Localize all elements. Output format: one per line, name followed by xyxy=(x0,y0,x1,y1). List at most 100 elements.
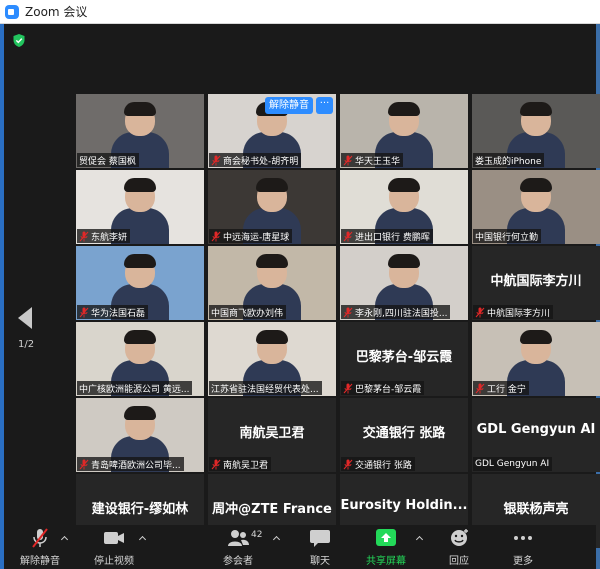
muted-microphone-icon xyxy=(32,528,48,548)
share-screen-button[interactable]: 共享屏幕 xyxy=(362,528,410,568)
participant-name-label: 华为法国石磊 xyxy=(77,305,149,319)
muted-mic-icon xyxy=(343,155,353,165)
muted-mic-icon xyxy=(343,383,353,393)
participant-name: 南航吴卫君 xyxy=(223,460,269,471)
reactions-button[interactable]: 回应 xyxy=(437,528,481,568)
window-title: Zoom 会议 xyxy=(25,5,88,19)
chat-button[interactable]: 聊天 xyxy=(298,528,342,568)
tile-hover-actions: 解除静音 ··· xyxy=(265,97,333,114)
participant-name: 商会秘书处-胡齐明 xyxy=(223,156,299,167)
participant-tile[interactable]: 华为法国石磊 xyxy=(76,246,204,320)
participant-name-label: 中国商飞欧办刘伟 xyxy=(209,305,287,319)
muted-mic-icon xyxy=(343,231,353,241)
muted-mic-icon xyxy=(343,307,353,317)
participant-tile[interactable]: 中国商飞欧办刘伟 xyxy=(208,246,336,320)
meeting-toolbar: 解除静音 停止视频 参会者 42 聊天 共享屏幕 回应 更多 xyxy=(4,525,596,569)
tile-more-options-button[interactable]: ··· xyxy=(316,97,333,114)
previous-page-arrow-icon[interactable] xyxy=(18,307,32,329)
window-titlebar: Zoom 会议 xyxy=(0,0,600,24)
participant-tile[interactable]: 中远海运-唐星球 xyxy=(208,170,336,244)
muted-mic-icon xyxy=(79,231,89,241)
participant-tile[interactable]: 东航李妍 xyxy=(76,170,204,244)
participant-name-label: 中远海运-唐星球 xyxy=(209,229,293,243)
participant-tile[interactable]: GDL Gengyun AI GDL Gengyun AI xyxy=(472,398,600,472)
participant-tile[interactable]: 中国银行何立勤 xyxy=(472,170,600,244)
participant-hair-silhouette xyxy=(520,102,552,116)
more-button[interactable]: 更多 xyxy=(501,528,545,568)
participant-name: 李永刚,四川驻法国投... xyxy=(355,308,448,319)
zoom-logo-icon xyxy=(5,4,19,19)
page-indicator: 1/2 xyxy=(18,339,35,350)
participant-name: 中国商飞欧办刘伟 xyxy=(211,308,284,319)
ask-to-unmute-button[interactable]: 解除静音 xyxy=(265,97,313,114)
video-options-caret-icon[interactable] xyxy=(139,535,147,543)
participant-hair-silhouette xyxy=(256,330,288,344)
participant-tile[interactable]: 巴黎茅台-邹云霞 巴黎茅台-邹云霞 xyxy=(340,322,468,396)
participant-name: 进出口银行 费鹏晖 xyxy=(355,232,430,243)
participant-tile[interactable]: 江苏省驻法国经贸代表处... xyxy=(208,322,336,396)
participant-name: 交通银行 张路 xyxy=(355,460,412,471)
participant-hair-silhouette xyxy=(388,178,420,192)
participant-name: GDL Gengyun AI xyxy=(475,459,550,469)
participant-display-name: 周冲@ZTE France xyxy=(212,502,332,517)
participant-display-name: 交通银行 张路 xyxy=(362,426,446,441)
security-shield-icon[interactable] xyxy=(13,34,25,47)
participant-hair-silhouette xyxy=(256,178,288,192)
participant-display-name: 银联杨声亮 xyxy=(503,502,569,517)
participant-tile[interactable]: 交通银行 张路 交通银行 张路 xyxy=(340,398,468,472)
muted-mic-icon xyxy=(79,307,89,317)
participant-name-label: 青岛啤酒欧洲公司毕... xyxy=(77,457,184,471)
participant-tile[interactable]: 南航吴卫君 南航吴卫君 xyxy=(208,398,336,472)
participant-hair-silhouette xyxy=(388,254,420,268)
muted-mic-icon xyxy=(211,459,221,469)
participant-name: 青岛啤酒欧洲公司毕... xyxy=(91,460,181,471)
participant-name: 娄玉成的iPhone xyxy=(475,156,542,167)
unmute-button[interactable]: 解除静音 xyxy=(18,528,62,568)
participant-tile[interactable]: 进出口银行 费鹏晖 xyxy=(340,170,468,244)
muted-mic-icon xyxy=(343,459,353,469)
participant-name-label: 李永刚,四川驻法国投... xyxy=(341,305,451,319)
audio-options-caret-icon[interactable] xyxy=(61,535,69,543)
stop-video-label: 停止视频 xyxy=(94,556,134,567)
participant-name-label: 巴黎茅台-邹云霞 xyxy=(341,381,425,395)
participant-display-name: Eurosity Holdin... xyxy=(340,498,468,513)
participants-count: 42 xyxy=(251,530,263,540)
stop-video-button[interactable]: 停止视频 xyxy=(92,528,136,568)
participant-tile[interactable]: 中航国际李方川 中航国际李方川 xyxy=(472,246,600,320)
participant-hair-silhouette xyxy=(256,254,288,268)
participant-tile[interactable]: 华天王玉华 xyxy=(340,94,468,168)
participant-tile[interactable]: 工行 金宁 xyxy=(472,322,600,396)
participant-tile[interactable]: 中广核欧洲能源公司 黄远... xyxy=(76,322,204,396)
participant-name: 华天王玉华 xyxy=(355,156,401,167)
muted-mic-icon xyxy=(475,383,485,393)
participant-hair-silhouette xyxy=(124,178,156,192)
more-label: 更多 xyxy=(513,556,533,567)
participant-name: 中国银行何立勤 xyxy=(475,232,539,243)
participant-display-name: 南航吴卫君 xyxy=(239,426,305,441)
participant-display-name: 巴黎茅台-邹云霞 xyxy=(355,350,453,365)
more-dots-icon xyxy=(514,536,532,540)
participant-tile[interactable]: 青岛啤酒欧洲公司毕... xyxy=(76,398,204,472)
participant-name: 工行 金宁 xyxy=(487,384,526,395)
participant-tile[interactable]: 娄玉成的iPhone xyxy=(472,94,600,168)
reactions-smiley-icon xyxy=(451,529,468,546)
participants-icon xyxy=(228,530,249,546)
muted-mic-icon xyxy=(475,307,485,317)
participant-name-label: 娄玉成的iPhone xyxy=(473,153,545,167)
muted-mic-icon xyxy=(211,231,221,241)
participant-display-name: GDL Gengyun AI xyxy=(476,422,596,437)
participants-options-caret-icon[interactable] xyxy=(273,535,281,543)
participant-tile[interactable]: 商会秘书处-胡齐明 解除静音 ··· xyxy=(208,94,336,168)
participant-tile[interactable]: 贸促会 蔡国枫 xyxy=(76,94,204,168)
participant-hair-silhouette xyxy=(124,254,156,268)
participant-hair-silhouette xyxy=(520,178,552,192)
participant-tile[interactable]: 李永刚,四川驻法国投... xyxy=(340,246,468,320)
share-screen-label: 共享屏幕 xyxy=(366,556,406,567)
participant-hair-silhouette xyxy=(124,102,156,116)
reactions-label: 回应 xyxy=(449,556,469,567)
participant-name: 东航李妍 xyxy=(91,232,128,243)
muted-mic-icon xyxy=(211,155,221,165)
participant-name-label: 进出口银行 费鹏晖 xyxy=(341,229,433,243)
participant-name: 中远海运-唐星球 xyxy=(223,232,290,243)
share-options-caret-icon[interactable] xyxy=(416,535,424,543)
